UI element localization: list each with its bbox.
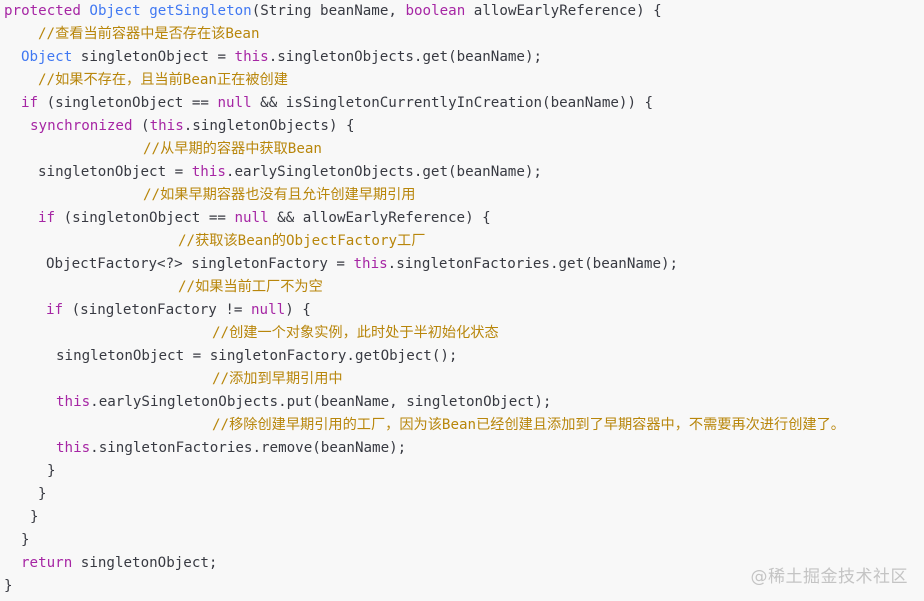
code-text: } (30, 509, 39, 525)
code-comment: //从早期的容器中获取Bean (143, 141, 322, 157)
code-comment: //添加到早期引用中 (212, 371, 343, 387)
code-line: //移除创建早期引用的工厂，因为该Bean已经创建且添加到了早期容器中，不需要再… (212, 414, 845, 437)
code-line: } (4, 575, 13, 598)
code-identifier: getSingleton (149, 3, 252, 19)
code-keyword: this (353, 256, 388, 272)
code-line: //查看当前容器中是否存在该Bean (38, 23, 260, 46)
code-keyword: null (217, 95, 252, 111)
code-line: synchronized (this.singletonObjects) { (30, 115, 355, 138)
code-text: .singletonObjects.get(beanName); (268, 49, 543, 65)
code-keyword: return (21, 555, 73, 571)
code-text: (singletonObject == (55, 210, 235, 226)
code-text: } (38, 486, 47, 502)
code-keyword: this (191, 164, 226, 180)
code-text: .singletonFactories.get(beanName); (387, 256, 679, 272)
code-keyword: synchronized (30, 118, 133, 134)
code-keyword: this (149, 118, 184, 134)
code-keyword: if (21, 95, 39, 111)
code-line: //从早期的容器中获取Bean (143, 138, 322, 161)
code-text: ) { (285, 302, 311, 318)
code-line: this.earlySingletonObjects.put(beanName,… (56, 391, 551, 414)
watermark: @稀土掘金技术社区 (750, 567, 908, 587)
code-keyword: null (234, 210, 269, 226)
code-line: if (singletonObject == null && allowEarl… (38, 207, 491, 230)
code-text: && allowEarlyReference) { (268, 210, 491, 226)
code-line: return singletonObject; (21, 552, 217, 575)
code-text: allowEarlyReference) { (465, 3, 662, 19)
code-line: //如果当前工厂不为空 (178, 276, 323, 299)
code-text: && isSingletonCurrentlyInCreation(beanNa… (251, 95, 654, 111)
code-keyword: this (234, 49, 269, 65)
code-text: ( (132, 118, 150, 134)
code-line: //添加到早期引用中 (212, 368, 343, 391)
code-keyword: boolean (405, 3, 466, 19)
code-keyword: if (38, 210, 56, 226)
code-line: } (21, 529, 30, 552)
code-line: } (38, 483, 47, 506)
code-identifier: Object (89, 3, 141, 19)
code-text: .earlySingletonObjects.put(beanName, sin… (90, 394, 552, 410)
code-comment: //移除创建早期引用的工厂，因为该Bean已经创建且添加到了早期容器中，不需要再… (212, 417, 845, 433)
code-keyword: if (46, 302, 64, 318)
code-line: if (singletonObject == null && isSinglet… (21, 92, 653, 115)
code-line: //获取该Bean的ObjectFactory工厂 (178, 230, 425, 253)
code-comment: //查看当前容器中是否存在该Bean (38, 26, 260, 42)
code-line: singletonObject = singletonFactory.getOb… (56, 345, 457, 368)
code-text: } (4, 578, 13, 594)
code-comment: //获取该Bean的ObjectFactory工厂 (178, 233, 426, 249)
code-line: protected Object getSingleton(String bea… (4, 0, 662, 23)
code-comment: //创建一个对象实例，此时处于半初始化状态 (212, 325, 499, 341)
code-line: ObjectFactory<?> singletonFactory = this… (46, 253, 678, 276)
code-line: //如果不存在，且当前Bean正在被创建 (38, 69, 288, 92)
code-line: Object singletonObject = this.singletonO… (21, 46, 542, 69)
code-line: } (30, 506, 39, 529)
code-comment: //如果早期容器也没有且允许创建早期引用 (143, 187, 416, 203)
code-text: } (47, 463, 56, 479)
code-line: if (singletonFactory != null) { (46, 299, 311, 322)
code-line: } (47, 460, 56, 483)
code-line: //创建一个对象实例，此时处于半初始化状态 (212, 322, 499, 345)
code-text: ObjectFactory<?> singletonFactory = (46, 256, 354, 272)
code-keyword: protected (4, 3, 81, 19)
code-identifier: Object (21, 49, 73, 65)
code-text: .earlySingletonObjects.get(beanName); (225, 164, 542, 180)
code-text: singletonObject; (72, 555, 218, 571)
code-text: (String beanName, (251, 3, 406, 19)
code-text: } (21, 532, 30, 548)
code-line: this.singletonFactories.remove(beanName)… (56, 437, 406, 460)
code-keyword: null (251, 302, 286, 318)
code-keyword: this (56, 440, 91, 456)
code-text: singletonObject = singletonFactory.getOb… (56, 348, 458, 364)
code-text: (singletonFactory != (63, 302, 252, 318)
code-text: (singletonObject == (38, 95, 218, 111)
code-line: //如果早期容器也没有且允许创建早期引用 (143, 184, 415, 207)
code-text: .singletonFactories.remove(beanName); (90, 440, 407, 456)
code-line: singletonObject = this.earlySingletonObj… (38, 161, 542, 184)
code-keyword: this (56, 394, 91, 410)
code-comment: //如果不存在，且当前Bean正在被创建 (38, 72, 288, 88)
code-text: singletonObject = (38, 164, 192, 180)
code-comment: //如果当前工厂不为空 (178, 279, 323, 295)
code-text: .singletonObjects) { (183, 118, 355, 134)
code-text: singletonObject = (72, 49, 235, 65)
